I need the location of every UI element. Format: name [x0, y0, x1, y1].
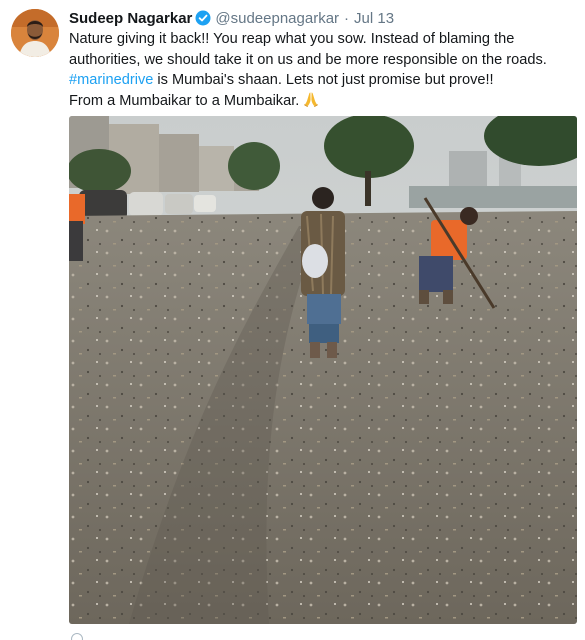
verified-badge-icon	[195, 10, 211, 26]
folded-hands-emoji-icon	[303, 91, 319, 107]
tweet-text-part1: Nature giving it back!! You reap what yo…	[69, 31, 547, 68]
avatar[interactable]	[11, 9, 59, 57]
tweet-text: Nature giving it back!! You reap what yo…	[69, 29, 581, 111]
tweet-text-part2: is Mumbai's shaan. Lets not just promise…	[157, 72, 494, 89]
tweet-photo[interactable]	[69, 116, 577, 624]
tweet-timestamp[interactable]: Jul 13	[354, 10, 394, 27]
tweet-text-line2: From a Mumbaikar to a Mumbaikar.	[69, 92, 300, 109]
author-handle[interactable]: @sudeepnagarkar	[215, 10, 339, 27]
reply-icon[interactable]	[71, 633, 83, 640]
separator-dot: ·	[344, 9, 350, 27]
hashtag-link[interactable]: #marinedrive	[69, 72, 153, 88]
marine-drive-photo	[69, 116, 577, 624]
author-name[interactable]: Sudeep Nagarkar	[69, 10, 192, 27]
tweet-header: Sudeep Nagarkar @sudeepnagarkar · Jul 13	[69, 8, 394, 28]
